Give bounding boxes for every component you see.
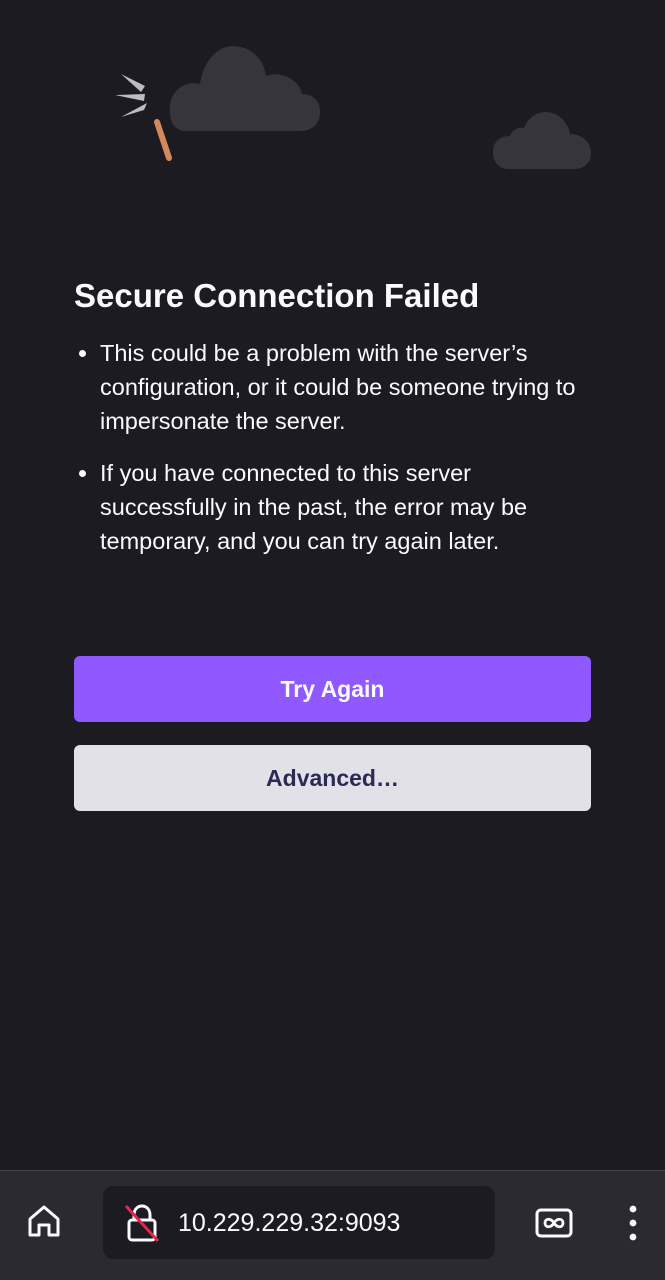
error-illustration: [115, 46, 591, 169]
infinity-tabs-icon: [535, 1208, 573, 1238]
url-bar[interactable]: 10.229.229.32:9093: [103, 1186, 495, 1259]
error-title: Secure Connection Failed: [74, 277, 480, 314]
large-cloud-icon: [169, 46, 320, 131]
home-icon: [28, 1205, 60, 1237]
url-text: 10.229.229.32:9093: [178, 1209, 401, 1237]
bottom-toolbar: 10.229.229.32:9093: [0, 1170, 665, 1280]
home-button[interactable]: [20, 1197, 68, 1245]
error-description-item: This could be a problem with the server’…: [100, 336, 591, 438]
error-description-item: If you have connected to this server suc…: [100, 456, 591, 558]
advanced-button[interactable]: Advanced…: [74, 745, 591, 811]
menu-button[interactable]: [613, 1199, 653, 1247]
kebab-menu-icon: [629, 1205, 637, 1241]
error-description-list: This could be a problem with the server’…: [74, 336, 591, 558]
broken-lock-icon: [124, 1204, 160, 1243]
small-cloud-icon: [493, 112, 591, 169]
broken-plug-icon: [115, 74, 172, 161]
error-content: Secure Connection Failed This could be a…: [74, 274, 591, 576]
tabs-button[interactable]: [532, 1201, 576, 1245]
try-again-button[interactable]: Try Again: [74, 656, 591, 722]
